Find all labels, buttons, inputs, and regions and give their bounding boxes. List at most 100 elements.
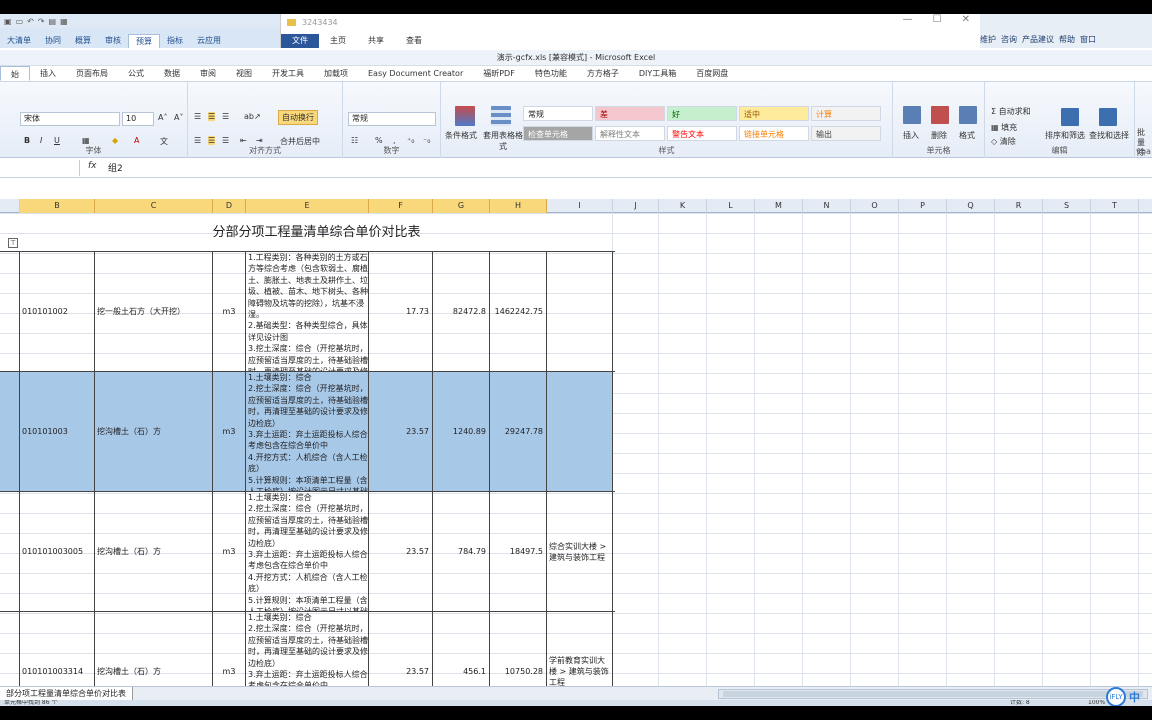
bg-tab[interactable]: 协同 xyxy=(38,34,68,48)
align-center-icon[interactable]: ☰ xyxy=(208,136,216,145)
unit-price-cell[interactable]: 17.73 xyxy=(369,252,433,371)
font-color-icon[interactable]: A xyxy=(134,136,139,145)
comma-button[interactable]: , xyxy=(393,136,396,145)
quantity-cell[interactable]: 784.79 xyxy=(433,492,490,611)
row-gutter-cell[interactable] xyxy=(0,492,20,611)
bg-tab[interactable]: 指标 xyxy=(160,34,190,48)
sort-filter-icon[interactable] xyxy=(1061,108,1079,126)
help-toolbar-item[interactable]: 窗口 xyxy=(1080,34,1096,45)
cell-style-option[interactable]: 适中 xyxy=(739,106,809,121)
cell-style-option[interactable]: 计算 xyxy=(811,106,881,121)
code-cell[interactable]: 010101003314 xyxy=(20,612,95,686)
help-toolbar-item[interactable]: 咨询 xyxy=(1001,34,1017,45)
autosum-button[interactable]: Σ 自动求和 xyxy=(991,106,1031,117)
undo-icon[interactable]: ↶ xyxy=(27,17,34,26)
column-header[interactable]: Q xyxy=(947,199,995,213)
description-cell[interactable]: 1.土壤类别：综合 2.挖土深度：综合（开挖基坑时，应预留适当厚度的土，待基础验… xyxy=(246,612,369,686)
explorer-tab[interactable]: 查看 xyxy=(395,34,433,48)
folder-icon[interactable]: ▭ xyxy=(16,17,24,26)
name-box[interactable] xyxy=(0,160,80,176)
sheet-tab[interactable]: 部分项工程量清单综合单价对比表 xyxy=(0,687,133,701)
row-gutter-cell[interactable] xyxy=(0,372,20,491)
code-cell[interactable]: 010101002 xyxy=(20,252,95,371)
insert-icon[interactable] xyxy=(903,106,921,124)
increase-indent-icon[interactable]: ⇥ xyxy=(256,136,263,145)
grow-font-icon[interactable]: A˄ xyxy=(158,113,167,122)
ribbon-tab[interactable]: 福昕PDF xyxy=(473,66,525,81)
cell-style-option[interactable]: 好 xyxy=(667,106,737,121)
italic-button[interactable]: I xyxy=(40,136,42,145)
column-header[interactable]: J xyxy=(613,199,659,213)
format-button[interactable]: 格式 xyxy=(959,130,975,141)
column-header[interactable]: N xyxy=(803,199,851,213)
table-row[interactable]: 010101003314 挖沟槽土（石）方 m3 1.土壤类别：综合 2.挖土深度：综… xyxy=(0,611,615,686)
align-middle-icon[interactable]: ☰ xyxy=(208,112,216,121)
item-name-cell[interactable]: 挖沟槽土（石）方 xyxy=(95,612,213,686)
column-header[interactable]: D xyxy=(213,199,246,213)
align-left-icon[interactable]: ☰ xyxy=(194,136,201,145)
wrap-text-button[interactable]: 自动换行 xyxy=(278,110,318,125)
table-format-icon[interactable] xyxy=(491,106,511,126)
decrease-decimal-icon[interactable]: ⁻₀ xyxy=(423,136,430,145)
insert-button[interactable]: 插入 xyxy=(903,130,919,141)
column-header[interactable]: B xyxy=(20,199,95,213)
underline-button[interactable]: U xyxy=(54,136,60,145)
cell-style-option[interactable]: 链接单元格 xyxy=(739,126,809,141)
format-icon[interactable] xyxy=(959,106,977,124)
column-header[interactable]: G xyxy=(433,199,490,213)
column-header[interactable]: F xyxy=(369,199,433,213)
currency-icon[interactable]: ☷ xyxy=(351,136,358,145)
ribbon-tab[interactable]: 插入 xyxy=(30,66,66,81)
help-toolbar-item[interactable]: 产品建议 xyxy=(1022,34,1054,45)
explorer-tab[interactable]: 文件 xyxy=(281,34,319,48)
ribbon-tab[interactable]: 方方格子 xyxy=(577,66,629,81)
font-name-select[interactable]: 宋体 xyxy=(20,112,120,126)
ribbon-tab[interactable]: 始 xyxy=(0,66,30,81)
bg-tab[interactable]: 云应用 xyxy=(190,34,228,48)
cell-style-option[interactable]: 输出 xyxy=(811,126,881,141)
code-cell[interactable]: 010101003005 xyxy=(20,492,95,611)
table-row[interactable]: 010101003005 挖沟槽土（石）方 m3 1.土壤类别：综合 2.挖土深度：综… xyxy=(0,491,615,611)
ribbon-tab[interactable]: 数据 xyxy=(154,66,190,81)
total-cell[interactable]: 18497.5 xyxy=(490,492,547,611)
orientation-icon[interactable]: ab↗ xyxy=(244,112,261,121)
column-header[interactable]: I xyxy=(547,199,613,213)
ribbon-tab[interactable]: DIY工具箱 xyxy=(629,66,686,81)
bg-tab[interactable]: 概算 xyxy=(68,34,98,48)
column-header[interactable]: L xyxy=(707,199,755,213)
shrink-font-icon[interactable]: A˅ xyxy=(174,113,183,122)
ribbon-tab[interactable]: 百度网盘 xyxy=(686,66,738,81)
redo-icon[interactable]: ↷ xyxy=(38,17,45,26)
formula-input[interactable]: 组2 xyxy=(108,161,123,174)
unit-price-cell[interactable]: 23.57 xyxy=(369,492,433,611)
delete-icon[interactable] xyxy=(931,106,949,124)
total-cell[interactable]: 29247.78 xyxy=(490,372,547,491)
increase-decimal-icon[interactable]: ⁺₀ xyxy=(407,136,414,145)
bg-tab[interactable]: 大清单 xyxy=(0,34,38,48)
help-toolbar-item[interactable]: 帮助 xyxy=(1059,34,1075,45)
font-size-select[interactable]: 10 xyxy=(122,112,154,126)
column-header[interactable]: E xyxy=(246,199,369,213)
quantity-cell[interactable]: 82472.8 xyxy=(433,252,490,371)
cell-style-option[interactable]: 差 xyxy=(595,106,665,121)
ribbon-tab[interactable]: 视图 xyxy=(226,66,262,81)
zoom-level[interactable]: 100% xyxy=(1088,700,1105,706)
table-row[interactable]: 010101003 挖沟槽土（石）方 m3 1.土壤类别：综合 2.挖土深度：综合（开… xyxy=(0,371,615,491)
find-select-button[interactable]: 查找和选择 xyxy=(1089,130,1129,141)
column-header[interactable]: M xyxy=(755,199,803,213)
delete-button[interactable]: 删除 xyxy=(931,130,947,141)
minimize-icon[interactable]: — xyxy=(903,14,913,25)
align-bottom-icon[interactable]: ☰ xyxy=(222,112,229,121)
column-header[interactable]: C xyxy=(95,199,213,213)
ribbon-tab[interactable]: 审阅 xyxy=(190,66,226,81)
open-icon[interactable]: ▦ xyxy=(60,17,68,26)
close-icon[interactable]: ✕ xyxy=(962,14,970,25)
item-name-cell[interactable]: 挖一般土石方（大开挖） xyxy=(95,252,213,371)
row-gutter-cell[interactable] xyxy=(0,612,20,686)
fill-color-icon[interactable]: ◆ xyxy=(112,136,118,145)
worksheet-grid[interactable]: ⊤ 分部分项工程量清单综合单价对比表 010101002 挖一般土石方（大开挖） m… xyxy=(0,213,1152,686)
help-toolbar-item[interactable]: 维护 xyxy=(980,34,996,45)
ribbon-tab[interactable]: 公式 xyxy=(118,66,154,81)
quantity-cell[interactable]: 1240.89 xyxy=(433,372,490,491)
cell-style-option[interactable]: 解释性文本 xyxy=(595,126,665,141)
